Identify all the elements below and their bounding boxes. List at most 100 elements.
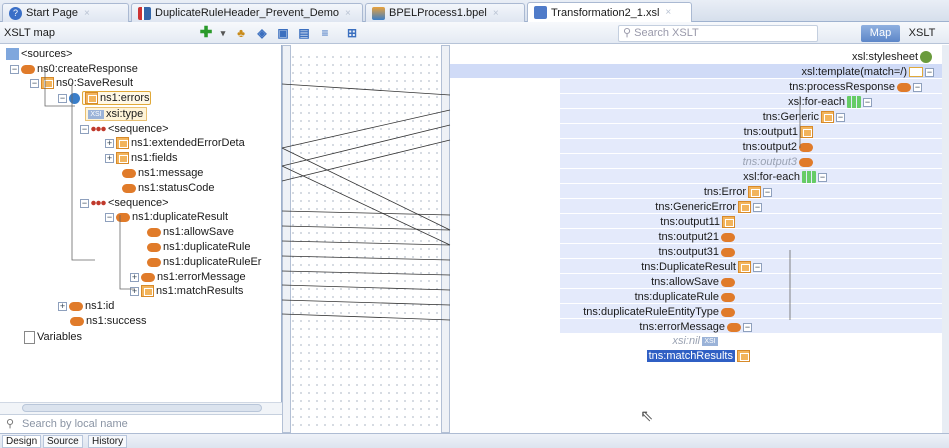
- xsl-icon: [534, 6, 547, 19]
- tree-node[interactable]: ns1:allowSave: [145, 225, 234, 239]
- target-node[interactable]: xsl:stylesheet: [852, 50, 934, 64]
- target-node[interactable]: tns:duplicateRule: [635, 290, 737, 304]
- mode-select[interactable]: XSLT map ▾: [4, 25, 214, 41]
- close-icon[interactable]: ×: [665, 7, 671, 18]
- tree-node[interactable]: XSI xsi:type: [85, 107, 148, 121]
- tree-node[interactable]: − <sequence>: [80, 196, 169, 210]
- tree-node[interactable]: ns1:message: [120, 166, 203, 180]
- collapse-icon[interactable]: −: [836, 112, 845, 122]
- tree-node[interactable]: + ns1:fields: [105, 151, 177, 165]
- collapse-icon[interactable]: −: [30, 78, 39, 88]
- scrollbar-thumb[interactable]: [22, 404, 262, 412]
- collapse-icon[interactable]: −: [753, 262, 762, 272]
- target-node[interactable]: xsl:for-each −: [788, 95, 872, 109]
- target-node[interactable]: tns:Generic −: [763, 110, 845, 124]
- target-node[interactable]: xsi:nil XSI: [672, 334, 720, 348]
- tree-label: xsl:template(match=/): [801, 66, 907, 78]
- collapse-icon[interactable]: −: [10, 64, 19, 74]
- target-node[interactable]: tns:duplicateRuleEntityType: [583, 305, 737, 319]
- mapping-canvas[interactable]: [283, 45, 449, 433]
- collapse-icon[interactable]: −: [763, 187, 772, 197]
- collapse-icon[interactable]: −: [58, 93, 67, 103]
- search-xslt-input[interactable]: ⚲ Search XSLT: [618, 25, 818, 42]
- target-node[interactable]: tns:output1: [744, 125, 815, 139]
- vertical-scrollbar[interactable]: [942, 45, 949, 433]
- tab-source[interactable]: Source: [43, 435, 83, 448]
- tree-node[interactable]: ns1:statusCode: [120, 181, 214, 195]
- target-node[interactable]: tns:errorMessage −: [639, 320, 752, 334]
- collapse-icon[interactable]: −: [753, 202, 762, 212]
- tab-history[interactable]: History: [88, 435, 128, 448]
- collapse-icon[interactable]: −: [80, 198, 89, 208]
- tab-composite[interactable]: DuplicateRuleHeader_Prevent_Demo ×: [131, 3, 363, 22]
- list-icon[interactable]: ≡: [317, 25, 333, 41]
- expand-icon[interactable]: +: [130, 286, 139, 296]
- target-node[interactable]: tns:output21: [658, 230, 737, 244]
- variables-node[interactable]: Variables: [22, 330, 82, 344]
- expand-icon[interactable]: +: [105, 153, 114, 163]
- expand-icon[interactable]: +: [105, 138, 114, 148]
- tree-node[interactable]: ns1:duplicateRule: [145, 240, 250, 254]
- target-node[interactable]: xsl:template(match=/) −: [802, 65, 934, 79]
- close-icon[interactable]: ×: [84, 8, 90, 19]
- group-icon[interactable]: ▣: [275, 25, 291, 41]
- target-node[interactable]: tns:allowSave: [651, 275, 737, 289]
- collapse-icon[interactable]: −: [818, 172, 827, 182]
- right-splitter[interactable]: [441, 45, 450, 433]
- left-splitter[interactable]: [282, 45, 291, 433]
- function-icon[interactable]: ♣: [233, 25, 249, 41]
- tab-transformation[interactable]: Transformation2_1.xsl ×: [527, 2, 692, 22]
- target-node[interactable]: tns:output11: [660, 215, 737, 229]
- tree-node[interactable]: − ns0:createResponse: [10, 62, 138, 76]
- tree-label: tns:duplicateRule: [634, 291, 719, 303]
- tree-node[interactable]: − ns0:SaveResult: [30, 76, 133, 90]
- tree-node[interactable]: ns1:success: [68, 314, 147, 328]
- tree-node[interactable]: ns1:duplicateRuleEr: [145, 255, 261, 269]
- target-node[interactable]: tns:processResponse −: [789, 80, 922, 94]
- tree-node[interactable]: + ns1:errorMessage: [130, 270, 246, 284]
- sources-root[interactable]: <sources>: [4, 47, 72, 61]
- target-node[interactable]: tns:output2: [743, 140, 815, 154]
- tree-label: tns:matchResults: [646, 350, 735, 362]
- collapse-icon[interactable]: −: [863, 97, 872, 107]
- target-node[interactable]: tns:Error −: [704, 185, 772, 199]
- xslt-toggle-button[interactable]: XSLT: [902, 25, 942, 42]
- tree-node[interactable]: + ns1:id: [58, 299, 114, 313]
- tree-node-selected[interactable]: − ns1:errors: [58, 91, 151, 105]
- variable-icon[interactable]: ▤: [296, 25, 312, 41]
- tab-design[interactable]: Design: [2, 435, 42, 448]
- mouse-cursor-icon: ⇖: [640, 408, 654, 425]
- expand-icon[interactable]: +: [130, 272, 139, 282]
- target-node[interactable]: tns:output3: [743, 155, 815, 169]
- collapse-icon[interactable]: −: [743, 322, 752, 332]
- target-node[interactable]: tns:output31: [658, 245, 737, 259]
- target-node-selected[interactable]: tns:matchResults: [646, 349, 752, 363]
- tree-label: tns:output11: [660, 216, 720, 228]
- tree-node[interactable]: − ns1:duplicateResult: [105, 210, 228, 224]
- tab-start-page[interactable]: ? Start Page ×: [2, 3, 129, 22]
- search-tree-icon[interactable]: ⊞: [344, 25, 360, 41]
- target-node[interactable]: tns:DuplicateResult −: [641, 260, 762, 274]
- collapse-icon[interactable]: −: [913, 82, 922, 92]
- local-name-search[interactable]: ⚲ Search by local name: [0, 414, 282, 432]
- collapse-icon[interactable]: −: [105, 212, 114, 222]
- tree-node[interactable]: + ns1:matchResults: [130, 284, 243, 298]
- add-icon[interactable]: ✚: [198, 25, 214, 41]
- collapse-icon[interactable]: −: [925, 67, 934, 77]
- sequence-icon: [91, 199, 106, 208]
- dropdown-icon[interactable]: ▾: [215, 25, 231, 41]
- tree-node[interactable]: − <sequence>: [80, 122, 169, 136]
- close-icon[interactable]: ×: [345, 8, 351, 19]
- search-placeholder: Search by local name: [22, 418, 128, 430]
- tree-label: <sources>: [21, 48, 73, 60]
- target-node[interactable]: xsl:for-each −: [743, 170, 827, 184]
- complex-type-icon: [738, 201, 751, 214]
- collapse-icon[interactable]: −: [80, 124, 89, 134]
- target-node[interactable]: tns:GenericError −: [655, 200, 762, 214]
- expand-icon[interactable]: +: [58, 301, 67, 311]
- tab-bpel[interactable]: BPELProcess1.bpel ×: [365, 3, 525, 22]
- map-toggle-button[interactable]: Map: [861, 25, 900, 42]
- tree-node[interactable]: + ns1:extendedErrorDeta: [105, 136, 245, 150]
- close-icon[interactable]: ×: [493, 8, 499, 19]
- graph-icon[interactable]: ◈: [254, 25, 270, 41]
